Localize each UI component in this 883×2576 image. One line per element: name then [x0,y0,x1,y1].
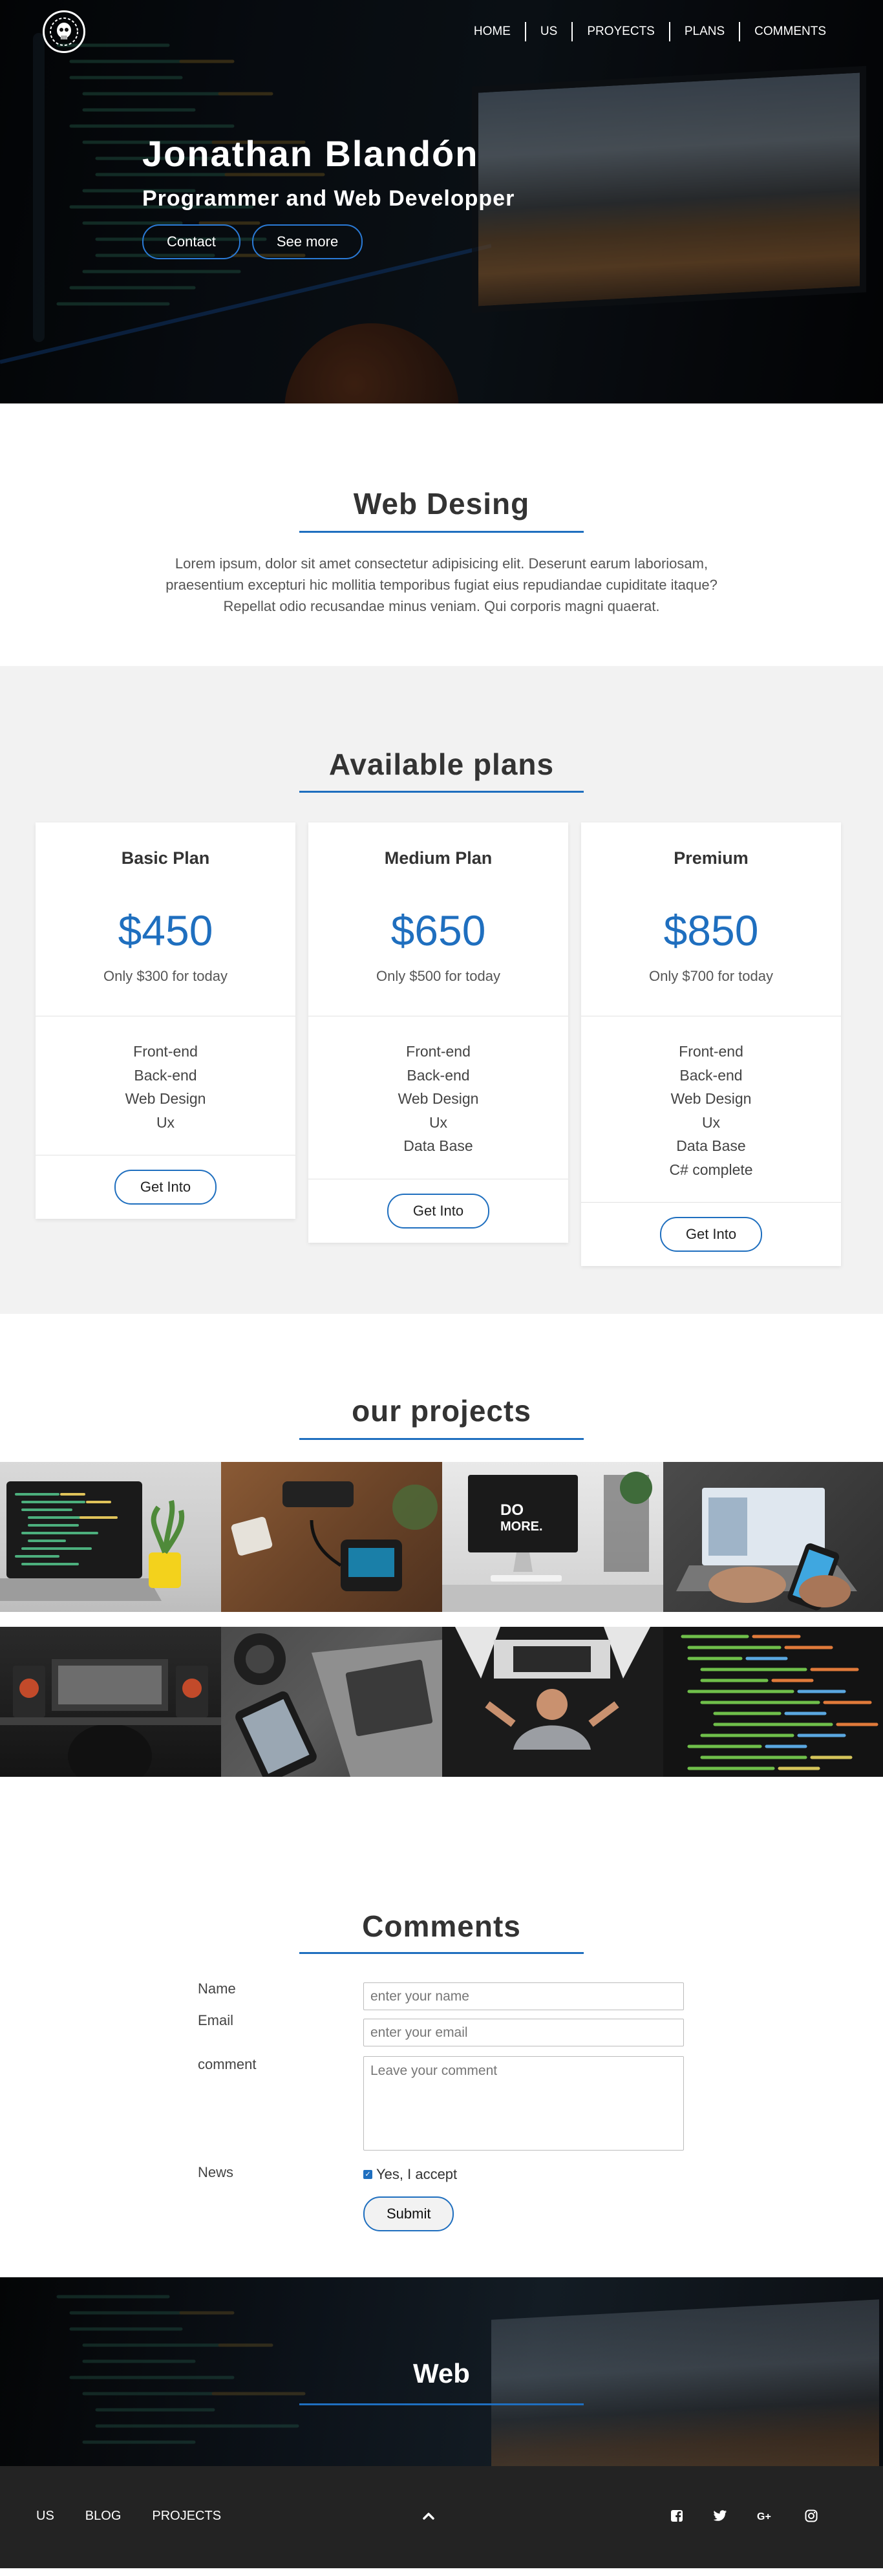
plan-feature: Ux [429,1113,448,1131]
plan-feature: Web Design [670,1090,752,1107]
projects-title: our projects [352,1394,531,1428]
footer: US BLOG PROJECTS G+ [0,2466,883,2568]
svg-text:MORE.: MORE. [500,1519,543,1534]
plan-price: $650 [390,907,486,954]
footer-link-us[interactable]: US [36,2509,54,2524]
plan-price: $450 [118,907,213,954]
footer-link-projects[interactable]: PROJECTS [152,2509,221,2524]
footer-link-blog[interactable]: BLOG [85,2509,122,2524]
hero-section: HOME US PROYECTS PLANS COMMENTS Jonathan… [0,0,883,403]
skull-logo-icon[interactable] [43,10,85,53]
comments-underline [299,1952,584,1954]
web-design-text: Lorem ipsum, dolor sit amet consectetur … [165,555,718,614]
plan-card-medium: Medium Plan $650 Only $500 for today Fro… [308,822,568,1243]
plan-features: Front-end Back-end Web Design Ux Data Ba… [581,1016,841,1203]
plan-feature: Front-end [406,1043,471,1060]
news-label: News [198,2164,234,2180]
nav-comments[interactable]: COMMENTS [739,22,840,41]
plans-underline [299,791,584,793]
music-studio-photo[interactable] [0,1627,221,1777]
plan-feature: Web Design [398,1090,479,1107]
code-screen-photo[interactable] [663,1627,883,1777]
svg-text:DO: DO [500,1501,524,1519]
contact-button[interactable]: Contact [142,224,240,259]
banner-underline [299,2403,584,2405]
hero-buttons: Contact See more [142,224,515,259]
web-design-underline [299,531,584,533]
plan-offer: Only $500 for today [376,968,500,984]
news-checkbox[interactable]: ✓ [363,2170,372,2179]
email-input[interactable] [363,2019,684,2046]
plan-feature: Back-end [407,1066,470,1084]
plan-feature: Web Design [125,1090,206,1107]
plan-feature: Front-end [133,1043,198,1060]
nav-us[interactable]: US [524,22,571,41]
get-into-button-medium[interactable]: Get Into [387,1193,490,1229]
plan-feature: Back-end [134,1066,197,1084]
google-plus-icon[interactable]: G+ [756,2506,776,2526]
nav-home[interactable]: HOME [460,22,525,41]
web-design-title: Web Desing [353,487,530,521]
hero-role: Programmer and Web Developper [142,186,515,211]
plan-feature: Front-end [679,1043,743,1060]
facebook-icon[interactable] [667,2506,686,2526]
instagram-icon[interactable] [802,2506,821,2526]
submit-button[interactable]: Submit [363,2196,454,2231]
hero-text: Jonathan Blandón Programmer and Web Deve… [142,133,515,259]
smart-device-desk-photo[interactable] [221,1462,442,1612]
laptop-phone-photo[interactable] [663,1462,883,1612]
plans-title: Available plans [328,747,555,781]
comment-textarea[interactable] [363,2056,684,2151]
plan-feature: C# complete [669,1161,753,1178]
banner-title: Web [413,2358,470,2388]
news-checkbox-label: Yes, I accept [376,2166,458,2182]
twitter-icon[interactable] [710,2506,730,2526]
hero-name: Jonathan Blandón [142,133,479,174]
plan-feature: Data Base [403,1137,473,1154]
plan-card-premium: Premium $850 Only $700 for today Front-e… [581,822,841,1266]
nav-plans[interactable]: PLANS [668,22,739,41]
plan-features: Front-end Back-end Web Design Ux Data Ba… [308,1016,568,1179]
name-input[interactable] [363,1982,684,2010]
projects-underline [299,1438,584,1440]
plan-card-basic: Basic Plan $450 Only $300 for today Fron… [36,822,295,1219]
navbar: HOME US PROYECTS PLANS COMMENTS [0,0,883,65]
comments-title: Comments [362,1909,521,1943]
do-more-imac-photo[interactable]: DO MORE. [442,1462,663,1612]
see-more-button[interactable]: See more [251,224,363,259]
plan-features: Front-end Back-end Web Design Ux [36,1016,295,1155]
name-label: Name [198,1980,236,1997]
nav-proyects[interactable]: PROYECTS [571,22,669,41]
news-checkbox-group: ✓ Yes, I accept [363,2166,457,2183]
phone-laptop-photo[interactable] [221,1627,442,1777]
plan-feature: Back-end [679,1066,743,1084]
plan-name: Basic Plan [121,848,210,868]
plan-offer: Only $300 for today [103,968,228,984]
nav-menu: HOME US PROYECTS PLANS COMMENTS [460,22,840,41]
plan-name: Premium [674,848,749,868]
plan-feature: Ux [156,1113,175,1131]
web-banner: Web [0,2277,883,2466]
get-into-button-basic[interactable]: Get Into [114,1170,217,1205]
chevron-up-icon[interactable] [419,2506,438,2526]
plan-name: Medium Plan [384,848,493,868]
plan-offer: Only $700 for today [648,968,773,984]
plan-feature: Data Base [676,1137,746,1154]
comment-label: comment [198,2056,257,2072]
get-into-button-premium[interactable]: Get Into [659,1217,763,1252]
plan-price: $850 [663,907,759,954]
footer-links: US BLOG PROJECTS [36,2509,221,2524]
laptop-code-photo[interactable] [0,1462,221,1612]
email-label: Email [198,2012,234,2028]
plan-feature: Ux [701,1113,721,1131]
svg-text:G+: G+ [757,2511,771,2522]
dark-desk-photo[interactable] [442,1627,663,1777]
